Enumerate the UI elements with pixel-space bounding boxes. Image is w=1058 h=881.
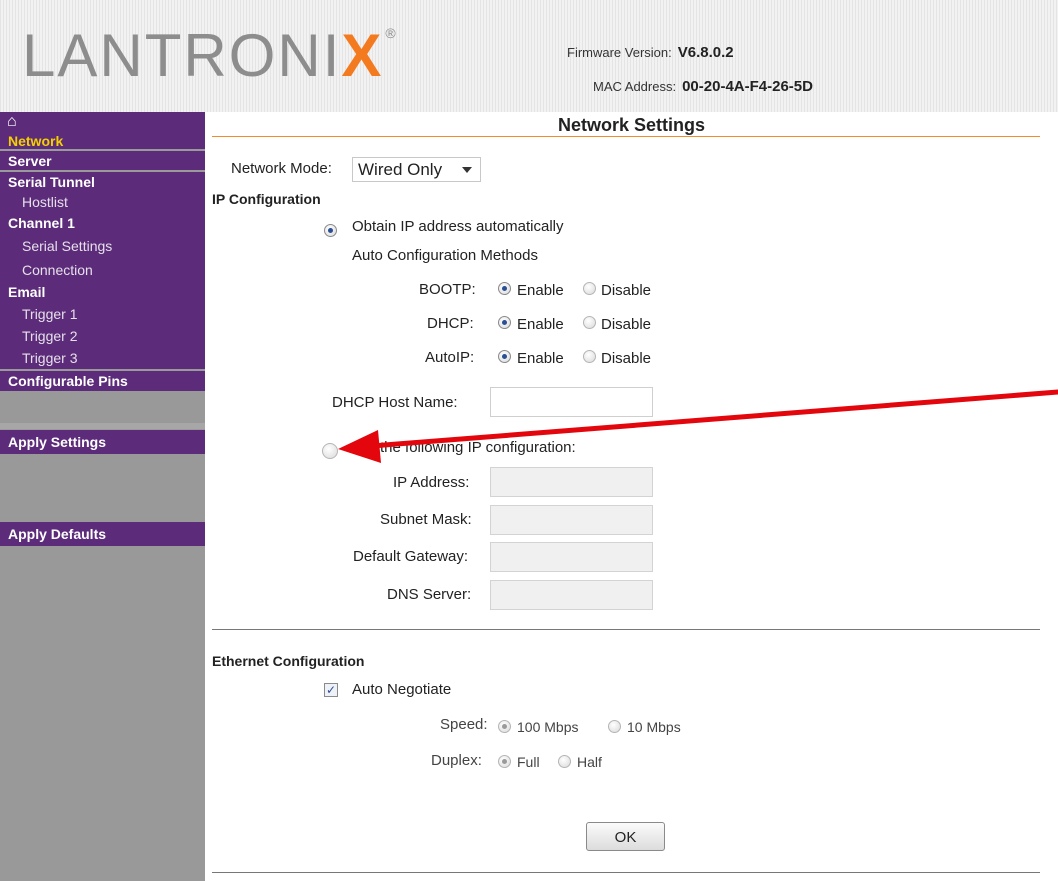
sidebar-item-serial-tunnel[interactable]: Serial Tunnel xyxy=(0,170,205,191)
mac-address: MAC Address: 00-20-4A-F4-26-5D xyxy=(593,78,813,95)
duplex-half-label: Half xyxy=(577,754,602,770)
dns-server-label: DNS Server: xyxy=(387,586,472,603)
sidebar: ⌂ Network Server Serial Tunnel Hostlist … xyxy=(0,112,205,881)
dhcp-enable-radio[interactable] xyxy=(498,316,511,329)
duplex-label: Duplex: xyxy=(431,752,482,769)
chevron-down-icon xyxy=(462,167,472,173)
ip-configuration-heading: IP Configuration xyxy=(212,191,321,207)
sidebar-item-configurable-pins[interactable]: Configurable Pins xyxy=(0,369,205,391)
autoip-enable-radio[interactable] xyxy=(498,350,511,363)
auto-methods-label: Auto Configuration Methods xyxy=(352,247,538,264)
annotation-arrow-shaft xyxy=(369,389,1058,449)
sidebar-item-network[interactable]: Network xyxy=(0,133,205,149)
auto-negotiate-checkbox[interactable]: ✓ xyxy=(324,683,338,697)
sidebar-item-channel-1[interactable]: Channel 1 xyxy=(0,213,205,234)
speed-100-radio[interactable] xyxy=(498,720,511,733)
ip-address-label: IP Address: xyxy=(393,474,470,491)
ok-button[interactable]: OK xyxy=(586,822,665,851)
default-gateway-label: Default Gateway: xyxy=(353,548,469,565)
speed-label: Speed: xyxy=(440,716,488,733)
firmware-label: Firmware Version: xyxy=(567,45,672,60)
use-static-ip-radio[interactable] xyxy=(322,443,338,459)
sidebar-gap xyxy=(0,423,205,429)
sidebar-item-connection[interactable]: Connection xyxy=(0,258,205,282)
bottom-divider xyxy=(212,872,1040,873)
sidebar-item-serial-settings[interactable]: Serial Settings xyxy=(0,234,205,258)
autoip-enable-label: Enable xyxy=(517,350,564,367)
firmware-version: Firmware Version: V6.8.0.2 xyxy=(567,44,734,61)
subnet-mask-input[interactable] xyxy=(490,505,653,535)
dhcp-host-name-input[interactable] xyxy=(490,387,653,417)
use-static-ip-label: se the following IP configuration: xyxy=(360,439,576,456)
page-title: Network Settings xyxy=(557,115,706,135)
dns-server-input[interactable] xyxy=(490,580,653,610)
dhcp-disable-radio[interactable] xyxy=(583,316,596,329)
sidebar-item-trigger-1[interactable]: Trigger 1 xyxy=(0,303,205,325)
bootp-disable-label: Disable xyxy=(601,282,652,299)
auto-negotiate-label: Auto Negotiate xyxy=(352,681,452,698)
logo-x: X xyxy=(341,22,384,89)
ethernet-configuration-heading: Ethernet Configuration xyxy=(212,653,365,669)
sidebar-item-trigger-3[interactable]: Trigger 3 xyxy=(0,347,205,369)
title-divider xyxy=(212,136,1040,137)
mac-label: MAC Address: xyxy=(593,79,677,94)
apply-settings-button[interactable]: Apply Settings xyxy=(0,430,205,454)
autoip-disable-radio[interactable] xyxy=(583,350,596,363)
dhcp-host-name-label: DHCP Host Name: xyxy=(332,394,458,411)
sidebar-item-hostlist[interactable]: Hostlist xyxy=(0,191,205,213)
bootp-enable-label: Enable xyxy=(517,282,564,299)
firmware-value: V6.8.0.2 xyxy=(677,44,734,61)
apply-defaults-button[interactable]: Apply Defaults xyxy=(0,522,205,546)
bootp-disable-radio[interactable] xyxy=(583,282,596,295)
sidebar-item-email[interactable]: Email xyxy=(0,282,205,303)
speed-10-radio[interactable] xyxy=(608,720,621,733)
section-divider xyxy=(212,629,1040,630)
header: LANTRONIX ® Firmware Version: V6.8.0.2 MAC… xyxy=(0,0,1058,112)
lantronix-logo: LANTRONIX ® xyxy=(22,26,398,86)
duplex-half-radio[interactable] xyxy=(558,755,571,768)
sidebar-item-server[interactable]: Server xyxy=(0,149,205,170)
dhcp-label: DHCP: xyxy=(427,315,474,332)
subnet-mask-label: Subnet Mask: xyxy=(380,511,472,528)
default-gateway-input[interactable] xyxy=(490,542,653,572)
sidebar-item-trigger-2[interactable]: Trigger 2 xyxy=(0,325,205,347)
ip-address-input[interactable] xyxy=(490,467,653,497)
obtain-auto-radio[interactable] xyxy=(324,224,337,237)
network-mode-value: Wired Only xyxy=(358,160,443,179)
network-mode-label: Network Mode: xyxy=(231,160,332,177)
bootp-enable-radio[interactable] xyxy=(498,282,511,295)
logo-text: LANTRONI xyxy=(22,22,342,89)
sidebar-nav: Network Server Serial Tunnel Hostlist Ch… xyxy=(0,133,205,391)
duplex-full-label: Full xyxy=(517,754,540,770)
autoip-disable-label: Disable xyxy=(601,350,652,367)
dhcp-disable-label: Disable xyxy=(601,316,652,333)
duplex-full-radio[interactable] xyxy=(498,755,511,768)
mac-value: 00-20-4A-F4-26-5D xyxy=(682,78,813,95)
obtain-auto-label: Obtain IP address automatically xyxy=(352,218,564,235)
network-mode-select[interactable]: Wired Only xyxy=(352,157,481,182)
autoip-label: AutoIP: xyxy=(425,349,475,366)
bootp-label: BOOTP: xyxy=(419,281,476,298)
logo-registered: ® xyxy=(385,25,398,41)
home-row[interactable]: ⌂ xyxy=(0,112,205,133)
home-icon[interactable]: ⌂ xyxy=(7,114,17,130)
speed-100-label: 100 Mbps xyxy=(517,719,579,735)
speed-10-label: 10 Mbps xyxy=(627,719,681,735)
dhcp-enable-label: Enable xyxy=(517,316,564,333)
